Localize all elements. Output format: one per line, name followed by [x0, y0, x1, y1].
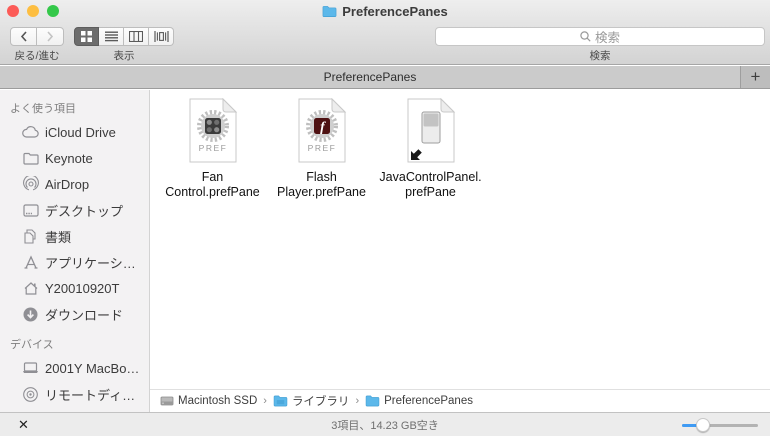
coverflow-view-icon	[153, 31, 169, 42]
documents-icon	[22, 228, 39, 245]
path-label: Macintosh SSD	[178, 395, 258, 407]
tab-bar: PreferencePanes +	[0, 66, 770, 89]
nav-label: 戻る/進む	[14, 50, 60, 62]
file-name: Flash Player.prefPane	[277, 170, 366, 199]
file-name: JavaControlPanel. prefPane	[379, 170, 482, 199]
status-text: 3項目、14.23 GB空き	[331, 419, 439, 432]
main-area: よく使う項目 iCloud Drive Keynote AirDrop デスクト…	[0, 90, 770, 412]
pref-badge: PREF	[307, 143, 336, 153]
content-area[interactable]: PREF Fan Control.prefPane f PREF Flash P…	[150, 90, 770, 412]
path-item-preferencepanes[interactable]: PreferencePanes	[365, 395, 473, 407]
sidebar-item-downloads[interactable]: ダウンロード	[0, 301, 149, 327]
path-label: ライブラリ	[291, 396, 350, 408]
alias-switch-icon	[403, 98, 459, 164]
finder-window: PreferencePanes 戻る/進む 表示 検索 検索 Preferenc…	[0, 0, 770, 436]
tab-label: PreferencePanes	[323, 70, 417, 84]
view-list-button[interactable]	[99, 27, 124, 46]
search-placeholder: 検索	[594, 31, 620, 45]
sidebar-item-remote-disc[interactable]: リモートディ…	[0, 381, 149, 407]
icon-size-slider[interactable]	[682, 417, 758, 432]
sidebar-item-icloud-drive[interactable]: iCloud Drive	[0, 119, 149, 145]
toolbar: 戻る/進む 表示 検索 検索	[0, 22, 770, 64]
home-icon	[22, 280, 39, 297]
path-item-macintosh-ssd[interactable]: Macintosh SSD	[160, 395, 257, 407]
path-separator: ›	[355, 395, 360, 407]
icloud-icon	[22, 124, 39, 141]
file-name: Fan Control.prefPane	[165, 170, 260, 199]
view-coverflow-button[interactable]	[149, 27, 174, 46]
sidebar-item-label: Keynote	[45, 150, 93, 166]
path-item-library[interactable]: ライブラリ	[273, 393, 350, 409]
pref-badge: PREF	[198, 143, 227, 153]
prefpane-fan-icon: PREF	[185, 98, 241, 164]
view-label: 表示	[113, 50, 135, 62]
plus-icon: +	[750, 67, 761, 86]
file-java-control-panel[interactable]: JavaControlPanel. prefPane	[376, 98, 485, 200]
downloads-icon	[22, 306, 39, 323]
status-bar: ✕ 3項目、14.23 GB空き	[0, 412, 770, 436]
file-flash-player[interactable]: f PREF Flash Player.prefPane	[267, 98, 376, 200]
sidebar-item-label: 2001Y MacBo…	[45, 360, 140, 376]
path-separator: ›	[263, 395, 267, 407]
blue-folder-icon	[365, 395, 380, 407]
nav-group: 戻る/進む	[10, 27, 64, 63]
sidebar-item-label: リモートディ…	[45, 387, 136, 403]
back-button[interactable]	[10, 27, 37, 46]
file-grid: PREF Fan Control.prefPane f PREF Flash P…	[158, 98, 485, 200]
sidebar-item-label: デスクトップ	[45, 203, 124, 219]
sidebar-section-favorites: よく使う項目	[10, 103, 76, 115]
list-view-icon	[104, 31, 118, 42]
view-columns-button[interactable]	[124, 27, 149, 46]
desktop-icon	[22, 202, 39, 219]
folder-icon	[22, 150, 39, 167]
titlebar[interactable]: PreferencePanes	[0, 0, 770, 22]
search-label: 検索	[589, 50, 611, 62]
search-group: 検索 検索	[435, 27, 765, 63]
view-group: 表示	[74, 27, 174, 63]
blue-folder-icon	[273, 395, 288, 407]
columns-view-icon	[129, 31, 143, 42]
sidebar-item-label: 書類	[45, 229, 72, 245]
drive-icon	[160, 396, 174, 406]
sidebar-item-label: Y20010920T	[45, 280, 120, 296]
forward-button[interactable]	[37, 27, 64, 46]
path-label: PreferencePanes	[384, 395, 473, 407]
window-title: PreferencePanes	[342, 3, 448, 19]
sidebar-item-keynote[interactable]: Keynote	[0, 145, 149, 171]
sidebar-item-label: iCloud Drive	[45, 124, 116, 140]
sidebar-item-desktop[interactable]: デスクトップ	[0, 197, 149, 223]
applications-icon	[22, 254, 39, 271]
file-fan-control[interactable]: PREF Fan Control.prefPane	[158, 98, 267, 200]
sidebar-item-applications[interactable]: アプリケーシ…	[0, 249, 149, 275]
laptop-icon	[22, 360, 39, 377]
grid-view-icon	[81, 31, 92, 42]
title-folder-icon	[322, 5, 337, 18]
chevron-left-icon	[20, 31, 27, 42]
sidebar-item-documents[interactable]: 書類	[0, 223, 149, 249]
title-wrap: PreferencePanes	[0, 0, 770, 22]
new-tab-button[interactable]: +	[741, 66, 770, 88]
remote-disc-icon	[22, 386, 39, 403]
sidebar-item-label: AirDrop	[45, 176, 90, 192]
path-bar: Macintosh SSD › ライブラリ › PreferencePanes	[150, 389, 770, 412]
tab-preferencepanes[interactable]: PreferencePanes	[0, 66, 741, 88]
view-icons-button[interactable]	[74, 27, 99, 46]
sidebar-item-macbook[interactable]: 2001Y MacBo…	[0, 355, 149, 381]
sidebar-item-airdrop[interactable]: AirDrop	[0, 171, 149, 197]
sidebar-item-home[interactable]: Y20010920T	[0, 275, 149, 301]
sidebar-item-label: ダウンロード	[45, 307, 124, 323]
slider-thumb[interactable]	[696, 417, 710, 432]
chevron-right-icon	[47, 31, 54, 42]
search-icon	[580, 31, 591, 42]
sidebar: よく使う項目 iCloud Drive Keynote AirDrop デスクト…	[0, 90, 150, 412]
sidebar-item-label: アプリケーシ…	[45, 255, 136, 271]
airdrop-icon	[22, 176, 39, 193]
window-header: PreferencePanes 戻る/進む 表示 検索 検索	[0, 0, 770, 65]
search-input[interactable]: 検索	[435, 27, 765, 46]
prefpane-flash-icon: f PREF	[294, 98, 350, 164]
sidebar-section-devices: デバイス	[10, 339, 54, 351]
